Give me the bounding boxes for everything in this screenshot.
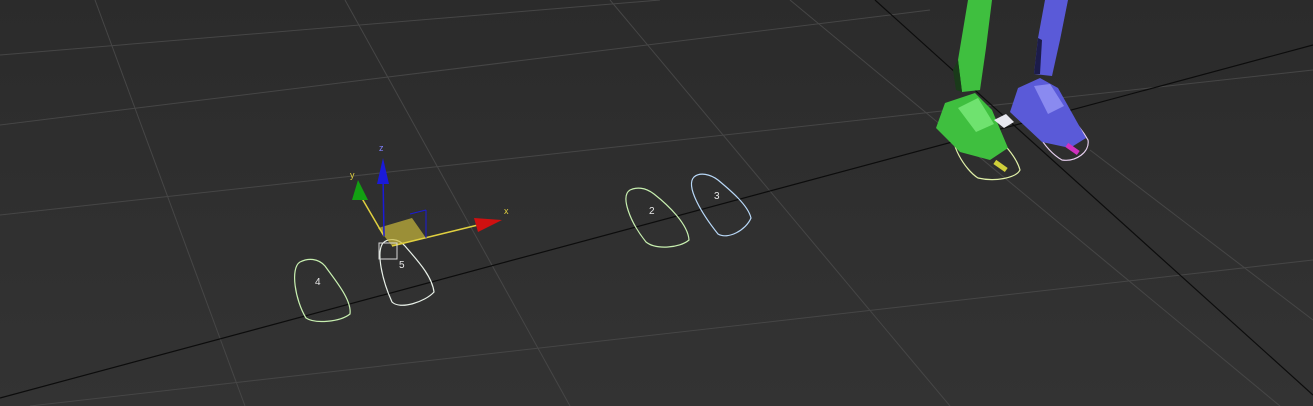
grid-line — [29, 259, 1313, 406]
footstep-4[interactable]: 4 — [294, 258, 351, 323]
y-axis-label: y — [350, 170, 355, 180]
grid-line — [0, 69, 1313, 216]
z-axis-label: z — [379, 143, 384, 153]
footstep-outline[interactable] — [379, 239, 435, 306]
grid-line — [0, 0, 661, 56]
3d-viewport[interactable]: 4 5 2 3 0 1 x — [0, 0, 1313, 406]
z-axis-arrow[interactable] — [377, 158, 389, 184]
footstep-3[interactable]: 3 — [690, 173, 752, 237]
grid-line — [94, 0, 246, 406]
grid-line — [789, 0, 1281, 406]
left-thigh[interactable] — [958, 0, 992, 92]
grid-line — [609, 0, 951, 406]
y-axis-arrow[interactable] — [352, 180, 368, 200]
footstep-outline[interactable] — [625, 187, 690, 248]
x-axis-arrow[interactable] — [474, 218, 502, 232]
transform-gizmo[interactable]: x y z — [350, 143, 509, 260]
footstep-label: 5 — [399, 260, 405, 271]
grid-line — [0, 9, 931, 126]
footstep-label: 4 — [315, 277, 321, 288]
grid-line — [344, 0, 571, 406]
footstep-5[interactable]: 5 — [379, 239, 435, 306]
footstep-label: 2 — [649, 206, 655, 217]
footstep-label: 3 — [714, 191, 720, 202]
z-axis-line[interactable] — [382, 174, 385, 237]
gizmo-plane-edge — [409, 209, 427, 215]
home-grid-axis — [874, 0, 1313, 396]
biped-left-leg[interactable] — [936, 0, 1008, 173]
footstep-outline[interactable] — [690, 173, 752, 237]
y-axis-line[interactable] — [359, 194, 385, 237]
footstep-outline[interactable] — [294, 258, 351, 323]
footstep-2[interactable]: 2 — [625, 187, 690, 248]
viewport-canvas[interactable]: 4 5 2 3 0 1 x — [0, 0, 1313, 406]
home-grid-axis — [0, 44, 1313, 399]
x-axis-label: x — [504, 206, 509, 216]
